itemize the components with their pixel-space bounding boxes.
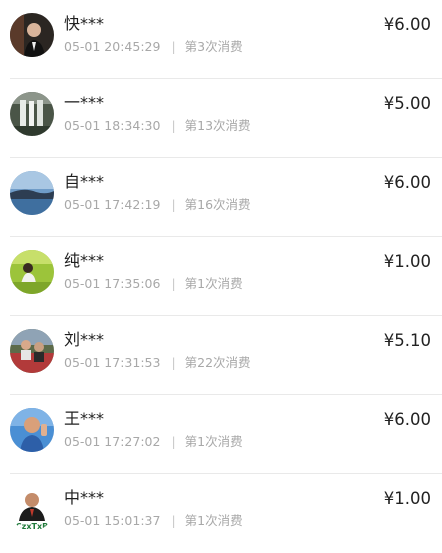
meta-separator: | xyxy=(171,197,176,212)
visit-count: 第13次消费 xyxy=(184,118,251,133)
customer-name: 中*** xyxy=(64,488,105,507)
record-item[interactable]: 一*** 05-01 18:34:30 | 第13次消费 ¥5.00 xyxy=(0,79,442,158)
visit-count: 第3次消费 xyxy=(184,39,243,54)
currency-symbol: ¥ xyxy=(383,173,395,192)
visit-count: 第22次消费 xyxy=(184,355,251,370)
amount-value: 1.00 xyxy=(394,489,431,508)
amount-value: 5.10 xyxy=(394,331,431,350)
amount-value: 6.00 xyxy=(394,173,431,192)
currency-symbol: ¥ xyxy=(383,331,395,350)
currency-symbol: ¥ xyxy=(383,15,395,34)
record-meta: 05-01 17:31:53 | 第22次消费 xyxy=(64,355,251,371)
record-time: 05-01 20:45:29 xyxy=(64,39,161,54)
record-item[interactable]: 纯*** 05-01 17:35:06 | 第1次消费 ¥1.00 xyxy=(0,237,442,316)
record-item[interactable]: 刘*** 05-01 17:31:53 | 第22次消费 ¥5.10 xyxy=(0,316,442,395)
amount-value: 5.00 xyxy=(394,94,431,113)
visit-count: 第1次消费 xyxy=(184,513,243,528)
record-meta: 05-01 17:27:02 | 第1次消费 xyxy=(64,434,243,450)
record-item[interactable]: 自*** 05-01 17:42:19 | 第16次消费 ¥6.00 xyxy=(0,158,442,237)
customer-name: 一*** xyxy=(64,93,105,112)
amount: ¥1.00 xyxy=(384,489,431,509)
record-time: 05-01 17:35:06 xyxy=(64,276,161,291)
man-logo-avatar: CzxTxB xyxy=(10,487,54,531)
meta-separator: | xyxy=(171,355,176,370)
record-time: 05-01 17:42:19 xyxy=(64,197,161,212)
visit-count: 第1次消费 xyxy=(184,276,243,291)
amount: ¥5.10 xyxy=(384,331,431,351)
meta-separator: | xyxy=(171,276,176,291)
record-meta: 05-01 17:42:19 | 第16次消费 xyxy=(64,197,251,213)
man-portrait-dark-avatar xyxy=(10,13,54,57)
man-waving-avatar xyxy=(10,408,54,452)
record-item[interactable]: 王*** 05-01 17:27:02 | 第1次消费 ¥6.00 xyxy=(0,395,442,474)
meta-separator: | xyxy=(171,118,176,133)
record-time: 05-01 17:27:02 xyxy=(64,434,161,449)
meta-separator: | xyxy=(171,434,176,449)
amount-value: 1.00 xyxy=(394,252,431,271)
consumption-record-list: 快*** 05-01 20:45:29 | 第3次消费 ¥6.00 一*** 05-… xyxy=(0,0,442,553)
meta-separator: | xyxy=(171,39,176,54)
people-outdoor-avatar xyxy=(10,329,54,373)
record-meta: 05-01 20:45:29 | 第3次消费 xyxy=(64,39,243,55)
record-item[interactable]: CzxTxB 中*** 05-01 15:01:37 | 第1次消费 ¥1.00 xyxy=(0,474,442,553)
customer-name: 自*** xyxy=(64,172,105,191)
currency-symbol: ¥ xyxy=(383,410,395,429)
lake-landscape-avatar xyxy=(10,171,54,215)
meta-separator: | xyxy=(171,513,176,528)
currency-symbol: ¥ xyxy=(383,489,395,508)
customer-name: 快*** xyxy=(64,14,105,33)
waterfall-avatar xyxy=(10,92,54,136)
visit-count: 第1次消费 xyxy=(184,434,243,449)
record-time: 05-01 15:01:37 xyxy=(64,513,161,528)
amount: ¥6.00 xyxy=(384,15,431,35)
amount: ¥1.00 xyxy=(384,252,431,272)
record-meta: 05-01 15:01:37 | 第1次消费 xyxy=(64,513,243,529)
customer-name: 纯*** xyxy=(64,251,105,270)
currency-symbol: ¥ xyxy=(383,94,395,113)
record-time: 05-01 17:31:53 xyxy=(64,355,161,370)
amount: ¥5.00 xyxy=(384,94,431,114)
amount: ¥6.00 xyxy=(384,173,431,193)
visit-count: 第16次消费 xyxy=(184,197,251,212)
amount-value: 6.00 xyxy=(394,410,431,429)
customer-name: 王*** xyxy=(64,409,105,428)
record-meta: 05-01 17:35:06 | 第1次消费 xyxy=(64,276,243,292)
person-in-field-avatar xyxy=(10,250,54,294)
avatar-logo-text: CzxTxB xyxy=(16,522,48,531)
customer-name: 刘*** xyxy=(64,330,105,349)
record-time: 05-01 18:34:30 xyxy=(64,118,161,133)
amount: ¥6.00 xyxy=(384,410,431,430)
amount-value: 6.00 xyxy=(394,15,431,34)
record-meta: 05-01 18:34:30 | 第13次消费 xyxy=(64,118,251,134)
record-item[interactable]: 快*** 05-01 20:45:29 | 第3次消费 ¥6.00 xyxy=(0,0,442,79)
currency-symbol: ¥ xyxy=(383,252,395,271)
